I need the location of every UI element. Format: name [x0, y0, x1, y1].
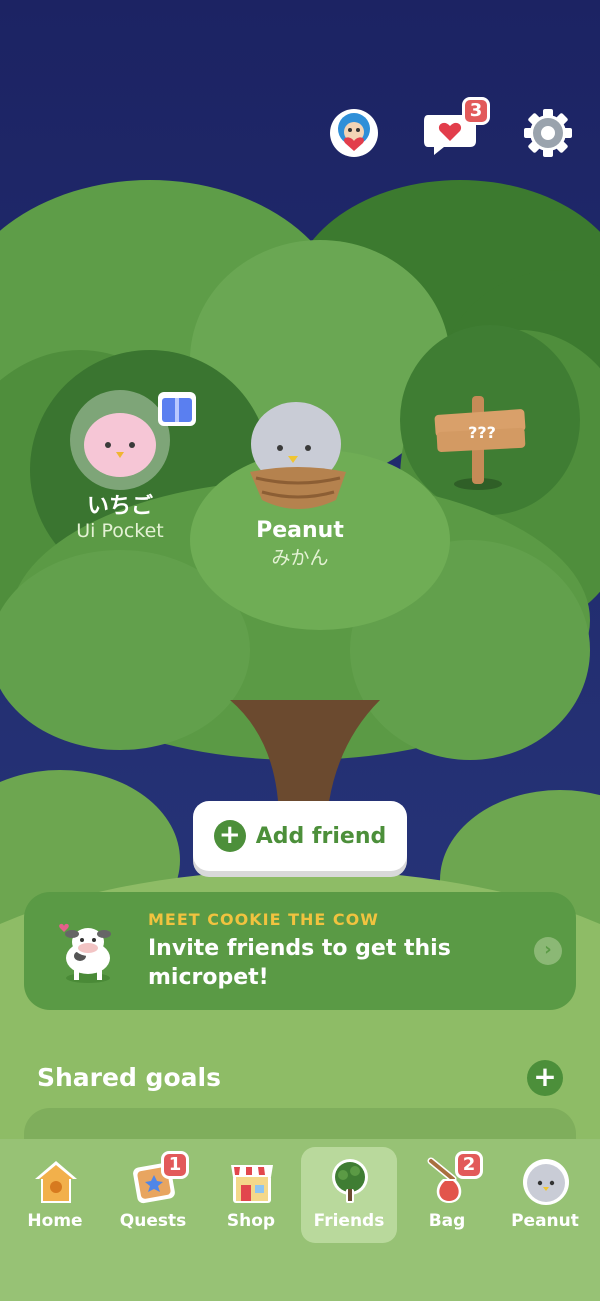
tab-label: Quests	[119, 1211, 187, 1231]
tab-label: Shop	[226, 1211, 276, 1231]
cow-icon	[59, 923, 111, 983]
pet-avatar-icon	[523, 1159, 569, 1205]
quests-badge: 1	[161, 1151, 189, 1179]
tab-label: Peanut	[511, 1211, 579, 1231]
gear-icon	[524, 109, 572, 157]
tree-icon	[332, 1159, 368, 1203]
shared-goals-title: Shared goals	[37, 1063, 221, 1092]
tab-peanut[interactable]: Peanut	[497, 1147, 593, 1243]
friend-name: いちご	[86, 494, 153, 519]
bag-badge: 2	[455, 1151, 483, 1179]
tab-label: Bag	[428, 1211, 466, 1231]
birdhouse-icon	[35, 1161, 77, 1203]
add-friend-label: Add friend	[255, 823, 387, 849]
tree-scene	[0, 0, 600, 1301]
chevron-right-icon: ›	[534, 937, 562, 965]
friend-name: Peanut	[256, 518, 344, 543]
tab-label: Home	[27, 1211, 83, 1231]
friend-avatar-button[interactable]	[324, 103, 384, 163]
messages-button[interactable]: 3	[420, 97, 490, 163]
tab-quests[interactable]: 1 Quests	[105, 1147, 201, 1243]
tab-friends[interactable]: Friends	[301, 1147, 397, 1243]
bottom-tab-bar: Home 1 Quests Shop Friends 2 Bag Peanut	[0, 1139, 600, 1301]
tab-label: Friends	[313, 1211, 385, 1231]
add-friend-button[interactable]: + Add friend	[193, 801, 407, 871]
add-shared-goal-button[interactable]: +	[527, 1060, 563, 1096]
tab-bag[interactable]: 2 Bag	[399, 1147, 495, 1243]
sign-text: ???	[468, 423, 496, 442]
plus-icon: +	[213, 820, 246, 852]
friend-ichigo[interactable]: いちご Ui Pocket	[40, 488, 200, 542]
tab-shop[interactable]: Shop	[203, 1147, 299, 1243]
heart-hug-bird-icon	[330, 109, 378, 157]
promo-text: Invite friends to get this micropet!	[148, 936, 451, 990]
invite-promo-card[interactable]: MEET COOKIE THE COW Invite friends to ge…	[24, 892, 576, 1010]
shop-icon	[231, 1165, 273, 1203]
friend-peanut[interactable]: Peanut みかん	[220, 518, 380, 570]
promo-kicker: MEET COOKIE THE COW	[148, 910, 379, 929]
messages-badge: 3	[462, 97, 490, 125]
gift-icon[interactable]	[155, 388, 199, 428]
settings-button[interactable]	[518, 103, 578, 163]
mystery-sign[interactable]: ???	[440, 418, 524, 448]
friend-subtitle: Ui Pocket	[76, 520, 164, 542]
friend-subtitle: みかん	[271, 547, 329, 569]
tab-home[interactable]: Home	[7, 1147, 103, 1243]
